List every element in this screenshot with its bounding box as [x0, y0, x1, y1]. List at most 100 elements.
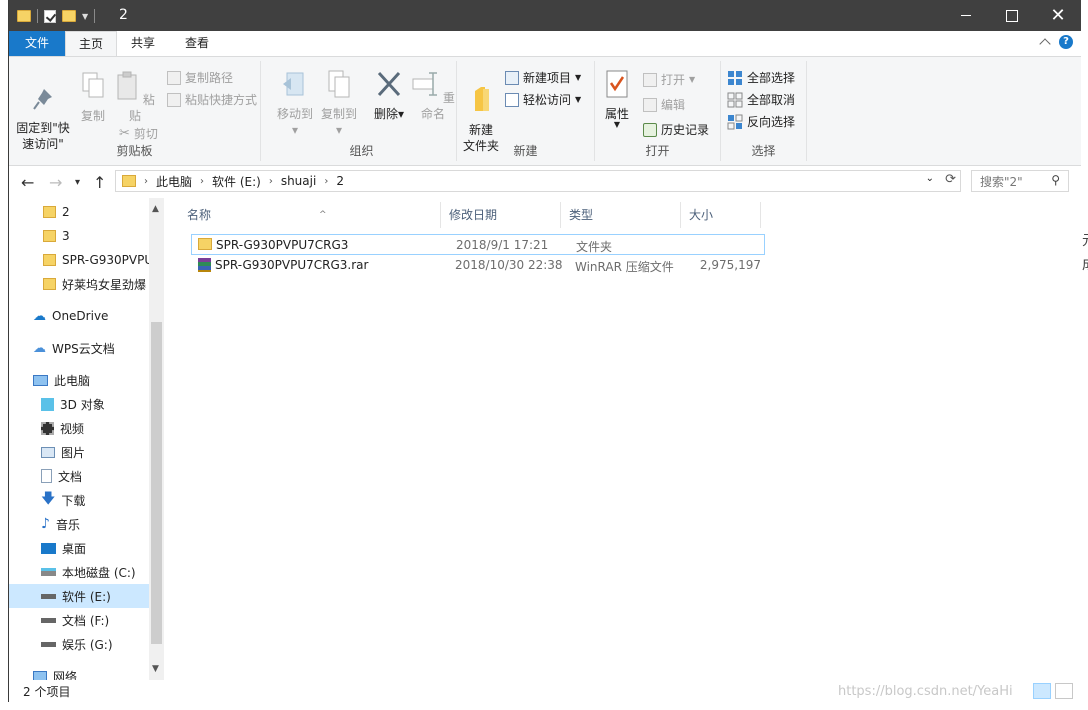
properties-button[interactable]: 属性 ▼: [601, 69, 633, 129]
nav-item[interactable]: 好莱坞女星劲爆: [9, 272, 149, 296]
table-row[interactable]: SPR-G930PVPU7CRG3.rar 2018/10/30 22:38 W…: [191, 255, 765, 276]
tab-home[interactable]: 主页: [65, 31, 117, 56]
copy-path-icon: [167, 70, 181, 85]
chevron-right-icon[interactable]: ›: [324, 176, 328, 187]
nav-item[interactable]: 3D 对象: [9, 392, 149, 416]
column-header-size[interactable]: 大小: [681, 202, 761, 228]
nav-item[interactable]: 网络: [9, 664, 149, 680]
nav-item[interactable]: 3: [9, 224, 149, 248]
up-button[interactable]: ↑: [93, 173, 106, 192]
clipboard-group-label: 剪贴板: [116, 144, 153, 158]
details-view-button[interactable]: [1033, 683, 1051, 699]
invert-selection-button[interactable]: 反向选择: [727, 113, 795, 130]
minimize-button[interactable]: [943, 0, 989, 31]
nav-item[interactable]: SPR-G930PVPU: [9, 248, 149, 272]
chevron-right-icon[interactable]: ›: [200, 176, 204, 187]
forward-button[interactable]: →: [49, 173, 62, 192]
breadcrumb-shuaji[interactable]: shuaji: [281, 174, 316, 188]
copy-path-button[interactable]: 复制路径: [167, 69, 233, 86]
collapse-ribbon-icon[interactable]: [1039, 38, 1051, 50]
nav-item-label: SPR-G930PVPU: [62, 253, 149, 267]
nav-item[interactable]: 2: [9, 200, 149, 224]
breadcrumb-current[interactable]: 2: [336, 174, 344, 188]
select-none-button[interactable]: 全部取消: [727, 91, 795, 108]
nav-item[interactable]: 此电脑: [9, 368, 149, 392]
chevron-right-icon[interactable]: ›: [269, 176, 273, 187]
refresh-icon[interactable]: ⟳: [945, 172, 956, 187]
pin-quick-access-button[interactable]: 固定到"快 速访问": [15, 71, 71, 152]
file-date: 2018/10/30 22:38: [455, 258, 563, 272]
nav-scrollbar-thumb[interactable]: [151, 322, 162, 644]
ribbon-help-area: ?: [1039, 35, 1073, 50]
back-button[interactable]: ←: [21, 173, 34, 192]
copy-to-button[interactable]: 复制到▾: [319, 69, 359, 138]
nav-item-label: 文档 (F:): [62, 613, 110, 628]
easy-access-button[interactable]: 轻松访问 ▼: [505, 91, 581, 108]
maximize-button[interactable]: [989, 0, 1035, 31]
nav-item-label: 图片: [61, 445, 86, 460]
drive-icon: [41, 593, 56, 599]
explorer-window: ▼ 2 ✕ 文件 主页 共享 查看 ? 固定到"快 速访问" 复制 粘贴 复制路…: [8, 0, 1081, 702]
large-icons-view-button[interactable]: [1055, 683, 1073, 699]
history-button[interactable]: 历史记录: [643, 121, 709, 138]
help-icon[interactable]: ?: [1059, 35, 1073, 49]
open-button[interactable]: 打开 ▼: [643, 71, 695, 88]
close-button[interactable]: ✕: [1035, 0, 1081, 31]
nav-item[interactable]: ♪ 音乐: [9, 512, 149, 536]
nav-item[interactable]: 视频: [9, 416, 149, 440]
paste-button[interactable]: 粘贴: [115, 71, 155, 124]
nav-item[interactable]: 文档 (F:): [9, 608, 149, 632]
tab-file[interactable]: 文件: [9, 31, 65, 56]
address-dropdown-chevron-icon[interactable]: ⌄: [926, 173, 934, 184]
column-header-date[interactable]: 修改日期: [441, 202, 561, 228]
edit-button[interactable]: 编辑: [643, 96, 685, 113]
nav-item-label: 娱乐 (G:): [62, 637, 113, 652]
table-row[interactable]: SPR-G930PVPU7CRG3 2018/9/1 17:21 文件夹: [191, 234, 765, 255]
nav-item[interactable]: 🡇 下载: [9, 488, 149, 512]
file-type: 文件夹: [576, 240, 613, 254]
nav-item[interactable]: 软件 (E:): [9, 584, 149, 608]
easy-access-icon: [505, 92, 519, 107]
tab-view[interactable]: 查看: [169, 31, 225, 56]
rename-button[interactable]: 重命名: [411, 69, 455, 122]
properties-icon[interactable]: [44, 9, 56, 23]
nav-item[interactable]: 娱乐 (G:): [9, 632, 149, 656]
nav-item[interactable]: 文档: [9, 464, 149, 488]
chevron-down-icon[interactable]: ▼: [82, 12, 88, 21]
watermark: https://blog.csdn.net/YeaHi: [838, 684, 1013, 699]
nav-item[interactable]: 本地磁盘 (C:): [9, 560, 149, 584]
select-all-button[interactable]: 全部选择: [727, 69, 795, 86]
move-to-button[interactable]: 移动到▾: [275, 69, 315, 138]
folder-icon: [43, 254, 56, 266]
copy-button[interactable]: 复制: [75, 71, 111, 124]
tab-share[interactable]: 共享: [117, 31, 169, 56]
nav-item-label: 下载: [61, 493, 86, 508]
nav-item[interactable]: 图片: [9, 440, 149, 464]
copy-icon: [82, 72, 104, 98]
delete-button[interactable]: 删除▾: [371, 69, 407, 122]
window-title: 2: [119, 7, 128, 23]
nav-item[interactable]: ☁ OneDrive: [9, 304, 149, 328]
nav-scrollbar[interactable]: ▲ ▼: [149, 198, 164, 680]
nav-item[interactable]: 桌面: [9, 536, 149, 560]
sort-ascending-icon: ^: [319, 210, 327, 220]
new-item-button[interactable]: 新建项目 ▼: [505, 69, 581, 86]
column-header-name[interactable]: 名称 ^: [179, 202, 441, 228]
3d-objects-icon: [41, 397, 54, 411]
search-input[interactable]: 搜索"2" ⚲: [971, 170, 1069, 192]
nav-item-label: 此电脑: [54, 373, 91, 388]
view-switcher: [1033, 683, 1073, 699]
document-icon: [41, 469, 52, 483]
nav-item[interactable]: ☁ WPS云文档: [9, 336, 149, 360]
breadcrumb-this-pc[interactable]: 此电脑: [156, 173, 192, 190]
address-bar[interactable]: › 此电脑 › 软件 (E:) › shuaji › 2 ⌄ ⟳: [115, 170, 961, 192]
scroll-up-icon[interactable]: ▲: [152, 204, 159, 214]
paste-shortcut-button[interactable]: 粘贴快捷方式: [167, 91, 257, 108]
new-folder-icon[interactable]: [62, 10, 76, 22]
column-header-type[interactable]: 类型: [561, 202, 681, 228]
cut-button[interactable]: ✂ 剪切: [119, 125, 158, 142]
download-icon: 🡇: [41, 491, 56, 507]
breadcrumb-drive-e[interactable]: 软件 (E:): [212, 173, 261, 190]
recent-locations-chevron-icon[interactable]: ▾: [75, 177, 80, 188]
scroll-down-icon[interactable]: ▼: [152, 664, 159, 674]
